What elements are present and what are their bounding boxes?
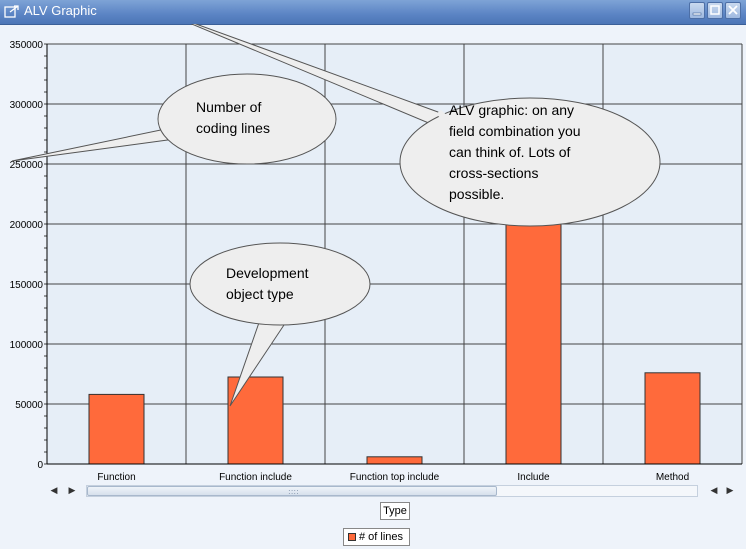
bar-3 (366, 456, 423, 465)
scroll-left-arrow-icon[interactable]: ◀ (48, 484, 60, 498)
scroll-thumb[interactable]: :::: (87, 486, 497, 496)
minimize-button[interactable] (689, 2, 705, 19)
y-tick-label: 200000 (10, 220, 44, 231)
scroll-right-end-arrow-icon[interactable]: ▶ (724, 484, 736, 498)
callout-text-line: ALV graphic: on any (449, 102, 574, 118)
bar-chart: 0 50000 100000 150000 200000 250000 300000 3500… (10, 24, 743, 483)
close-icon (728, 5, 738, 15)
bar-1 (88, 393, 145, 465)
x-tick-label: Function (97, 472, 135, 483)
scroll-grip-icon: :::: (288, 487, 299, 496)
maximize-icon (710, 5, 720, 15)
minimize-icon (692, 12, 702, 16)
callout-text-line: Number of (196, 99, 261, 115)
callout-bubble (157, 73, 337, 165)
callout-text-line: coding lines (196, 120, 270, 136)
y-tick-label: 250000 (10, 160, 44, 171)
callout-text-line: can think of. Lots of (449, 144, 571, 160)
y-tick-label: 100000 (10, 340, 44, 351)
y-tick-label: 50000 (15, 400, 43, 411)
legend-label: # of lines (359, 531, 404, 543)
x-axis-title: Type (380, 502, 410, 520)
scroll-left-end-arrow-icon[interactable]: ◀ (708, 484, 720, 498)
callout-text-line: Development (226, 265, 309, 281)
callout-text-line: cross-sections (449, 165, 538, 181)
callout-seam (264, 312, 288, 318)
chart-horizontal-scrollbar[interactable]: ◀ ▶ :::: ◀ ▶ (48, 484, 738, 498)
window-titlebar[interactable]: ALV Graphic (0, 0, 746, 25)
close-button[interactable] (725, 2, 741, 19)
y-tick-label: 350000 (10, 40, 44, 51)
bar-5 (644, 372, 701, 465)
y-tick-label: 0 (37, 460, 43, 471)
callout-text-line: field combination you (449, 123, 581, 139)
bar-4 (505, 187, 562, 465)
x-tick-label: Method (656, 472, 689, 483)
window-title: ALV Graphic (24, 3, 97, 18)
scroll-right-arrow-icon[interactable]: ▶ (66, 484, 78, 498)
maximize-button[interactable] (707, 2, 723, 19)
callout-text-line: possible. (449, 186, 504, 202)
y-tick-label: 300000 (10, 100, 44, 111)
export-icon (3, 3, 21, 21)
scroll-track[interactable]: :::: (86, 485, 698, 497)
x-tick-label: Include (517, 472, 550, 483)
callout-text-line: object type (226, 286, 294, 302)
x-tick-label: Function top include (350, 472, 440, 483)
legend-swatch (348, 533, 356, 541)
y-tick-label: 150000 (10, 280, 44, 291)
x-tick-label: Function include (219, 472, 292, 483)
chart-legend: # of lines (343, 528, 410, 546)
